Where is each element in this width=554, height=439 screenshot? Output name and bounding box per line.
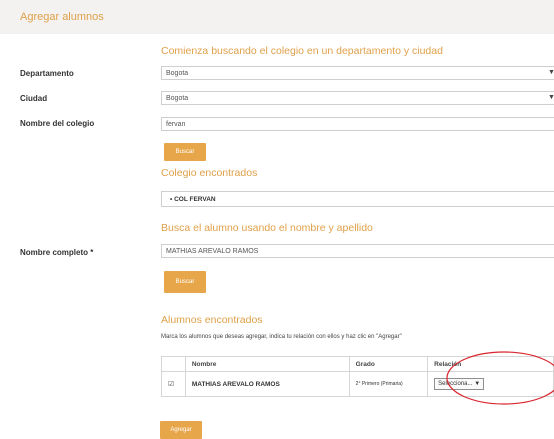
school-result-name: COL FERVAN xyxy=(174,196,216,203)
add-students-button[interactable]: Agregar xyxy=(160,421,202,439)
school-search-title: Comienza buscando el colegio en un depar… xyxy=(161,45,443,57)
relation-dropdown-icon: ▼ xyxy=(474,381,481,387)
column-header-grade: Grado xyxy=(348,356,429,372)
table-row: ☑ MATHIAS AREVALO RAMOS 2° Primero (Prim… xyxy=(161,371,554,397)
school-result-item[interactable]: • COL FERVAN xyxy=(161,191,554,207)
row-checkbox[interactable]: ☑ xyxy=(161,371,186,397)
school-name-value: fervan xyxy=(166,121,186,128)
student-name: MATHIAS AREVALO RAMOS xyxy=(184,371,350,397)
city-value: Bogota xyxy=(166,95,189,102)
full-name-value: MATHIAS AREVALO RAMOS xyxy=(166,248,259,255)
city-select[interactable]: Bogota xyxy=(161,91,554,105)
page-header-bar: Agregar alumnos xyxy=(0,0,554,34)
city-label: Ciudad xyxy=(20,94,48,103)
students-found-title: Alumnos encontrados xyxy=(161,314,263,326)
full-name-input[interactable]: MATHIAS AREVALO RAMOS xyxy=(161,244,554,258)
table-header-row: Nombre Grado Relación xyxy=(161,356,554,372)
relation-select[interactable]: Selecciona... ▼ xyxy=(434,378,485,390)
department-dropdown-icon[interactable]: ▼ xyxy=(548,69,554,76)
department-value: Bogota xyxy=(166,70,189,77)
schools-found-title: Colegio encontrados xyxy=(161,167,258,179)
city-dropdown-icon[interactable]: ▼ xyxy=(548,94,554,101)
department-label: Departamento xyxy=(20,69,74,78)
column-header-name: Nombre xyxy=(184,356,350,372)
school-name-label: Nombre del colegio xyxy=(20,119,95,128)
bullet-icon: • xyxy=(170,196,173,203)
department-select[interactable]: Bogota xyxy=(161,66,554,80)
column-header-relation: Relación xyxy=(427,356,554,372)
students-help-text: Marca los alumnos que deseas agregar, in… xyxy=(161,334,402,340)
search-student-button[interactable]: Buscar xyxy=(164,271,206,293)
students-table: Nombre Grado Relación ☑ MATHIAS AREVALO … xyxy=(161,356,554,397)
page-title: Agregar alumnos xyxy=(20,11,104,23)
student-search-title: Busca el alumno usando el nombre y apell… xyxy=(161,222,373,234)
relation-cell: Selecciona... ▼ xyxy=(427,371,554,397)
school-name-input[interactable]: fervan xyxy=(161,117,554,131)
search-school-button[interactable]: Buscar xyxy=(164,143,206,161)
column-header-check xyxy=(161,356,186,372)
student-grade: 2° Primero (Primaria) xyxy=(348,371,429,397)
relation-select-value: Selecciona... xyxy=(438,381,473,387)
full-name-label: Nombre completo * xyxy=(20,248,94,257)
checkbox-checked-icon[interactable]: ☑ xyxy=(168,381,174,388)
